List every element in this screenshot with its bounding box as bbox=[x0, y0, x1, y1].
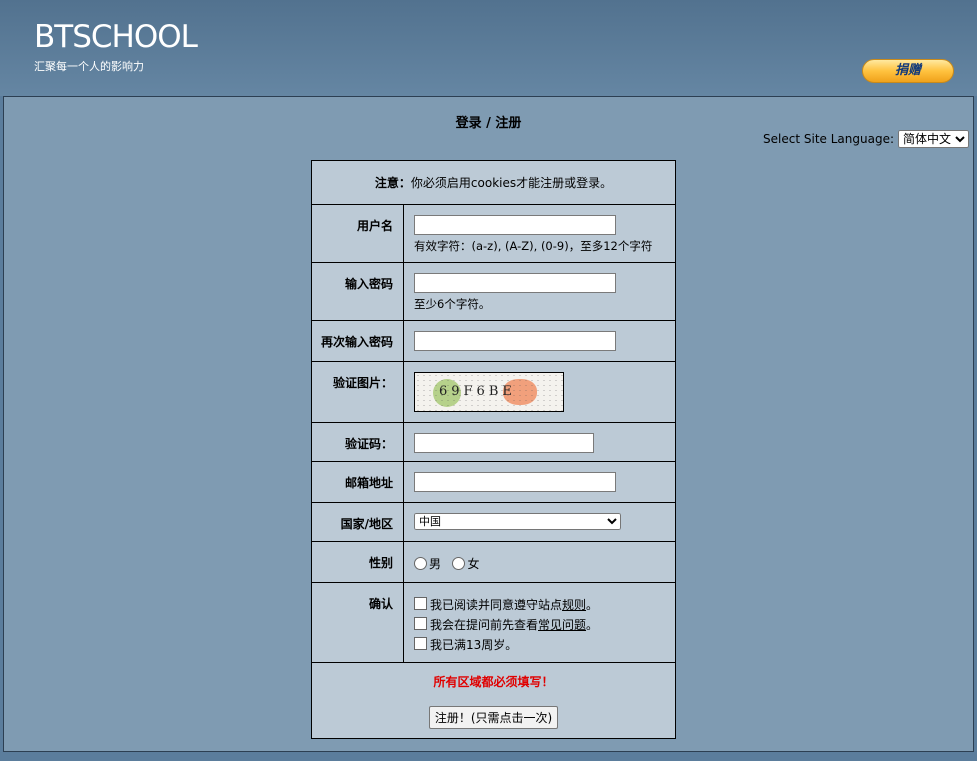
password-input[interactable] bbox=[414, 273, 616, 293]
language-select[interactable]: 简体中文 bbox=[898, 130, 969, 148]
site-logo[interactable]: BTSCHOOL bbox=[34, 18, 198, 56]
country-label: 国家/地区 bbox=[311, 502, 404, 542]
register-submit-button[interactable]: 注册！(只需点击一次) bbox=[428, 705, 559, 729]
faq-link[interactable]: 常见问题 bbox=[538, 618, 586, 632]
gender-female-radio[interactable] bbox=[452, 557, 466, 570]
gender-label: 性别 bbox=[311, 541, 404, 583]
confirm-rules-suffix: 。 bbox=[586, 598, 599, 612]
note-text: 你必须启用cookies才能注册或登录。 bbox=[410, 176, 613, 190]
confirm-rules-checkbox[interactable] bbox=[414, 597, 427, 610]
confirm-age-text: 我已满13周岁。 bbox=[430, 638, 518, 652]
gender-male-label: 男 bbox=[429, 557, 442, 571]
password-label: 输入密码 bbox=[311, 262, 404, 321]
main-content: 登录 / 注册 Select Site Language: 简体中文 注意：你必… bbox=[3, 96, 974, 752]
captcha-image: 69F6BE bbox=[414, 372, 564, 412]
page-title: 登录 / 注册 bbox=[455, 116, 522, 131]
required-notice: 所有区域都必须填写！ bbox=[433, 674, 554, 689]
email-label: 邮箱地址 bbox=[311, 461, 404, 503]
rules-link[interactable]: 规则 bbox=[562, 598, 586, 612]
password-confirm-label: 再次输入密码 bbox=[311, 320, 404, 362]
site-slogan: 汇聚每一个人的影响力 bbox=[34, 60, 144, 73]
language-selector: Select Site Language: 简体中文 bbox=[763, 130, 969, 148]
language-label: Select Site Language: bbox=[763, 132, 894, 146]
password-hint: 至少6个字符。 bbox=[414, 297, 491, 311]
country-select[interactable]: 中国 bbox=[414, 513, 621, 530]
confirm-label: 确认 bbox=[311, 582, 404, 663]
confirm-rules-row: 我已阅读并同意遵守站点规则。 bbox=[414, 595, 675, 615]
email-input[interactable] bbox=[414, 472, 616, 492]
donate-button[interactable]: 捐赠 bbox=[862, 59, 954, 83]
site-header: BTSCHOOL 汇聚每一个人的影响力 捐赠 bbox=[0, 0, 977, 96]
confirm-age-row: 我已满13周岁。 bbox=[414, 635, 675, 655]
confirm-age-checkbox[interactable] bbox=[414, 637, 427, 650]
confirm-rules-text: 我已阅读并同意遵守站点 bbox=[430, 598, 563, 612]
confirm-faq-suffix: 。 bbox=[586, 618, 599, 632]
confirm-faq-text: 我会在提问前先查看 bbox=[430, 618, 539, 632]
cookie-note: 注意：你必须启用cookies才能注册或登录。 bbox=[311, 160, 676, 205]
password-confirm-input[interactable] bbox=[414, 331, 616, 351]
note-label: 注意： bbox=[374, 176, 411, 190]
confirm-faq-row: 我会在提问前先查看常见问题。 bbox=[414, 615, 675, 635]
confirm-faq-checkbox[interactable] bbox=[414, 617, 427, 630]
gender-female-label: 女 bbox=[467, 557, 480, 571]
gender-male-radio[interactable] bbox=[414, 557, 427, 570]
captcha-input[interactable] bbox=[414, 433, 594, 453]
username-hint: 有效字符：(a-z), (A-Z), (0-9)，至多12个字符 bbox=[414, 239, 653, 253]
captcha-image-label: 验证图片： bbox=[311, 361, 404, 423]
username-label: 用户名 bbox=[311, 204, 404, 263]
username-input[interactable] bbox=[414, 215, 616, 235]
register-form: 注意：你必须启用cookies才能注册或登录。 用户名 有效字符：(a-z), … bbox=[311, 160, 676, 739]
captcha-code: 69F6BE bbox=[439, 384, 516, 399]
captcha-input-label: 验证码： bbox=[311, 422, 404, 462]
